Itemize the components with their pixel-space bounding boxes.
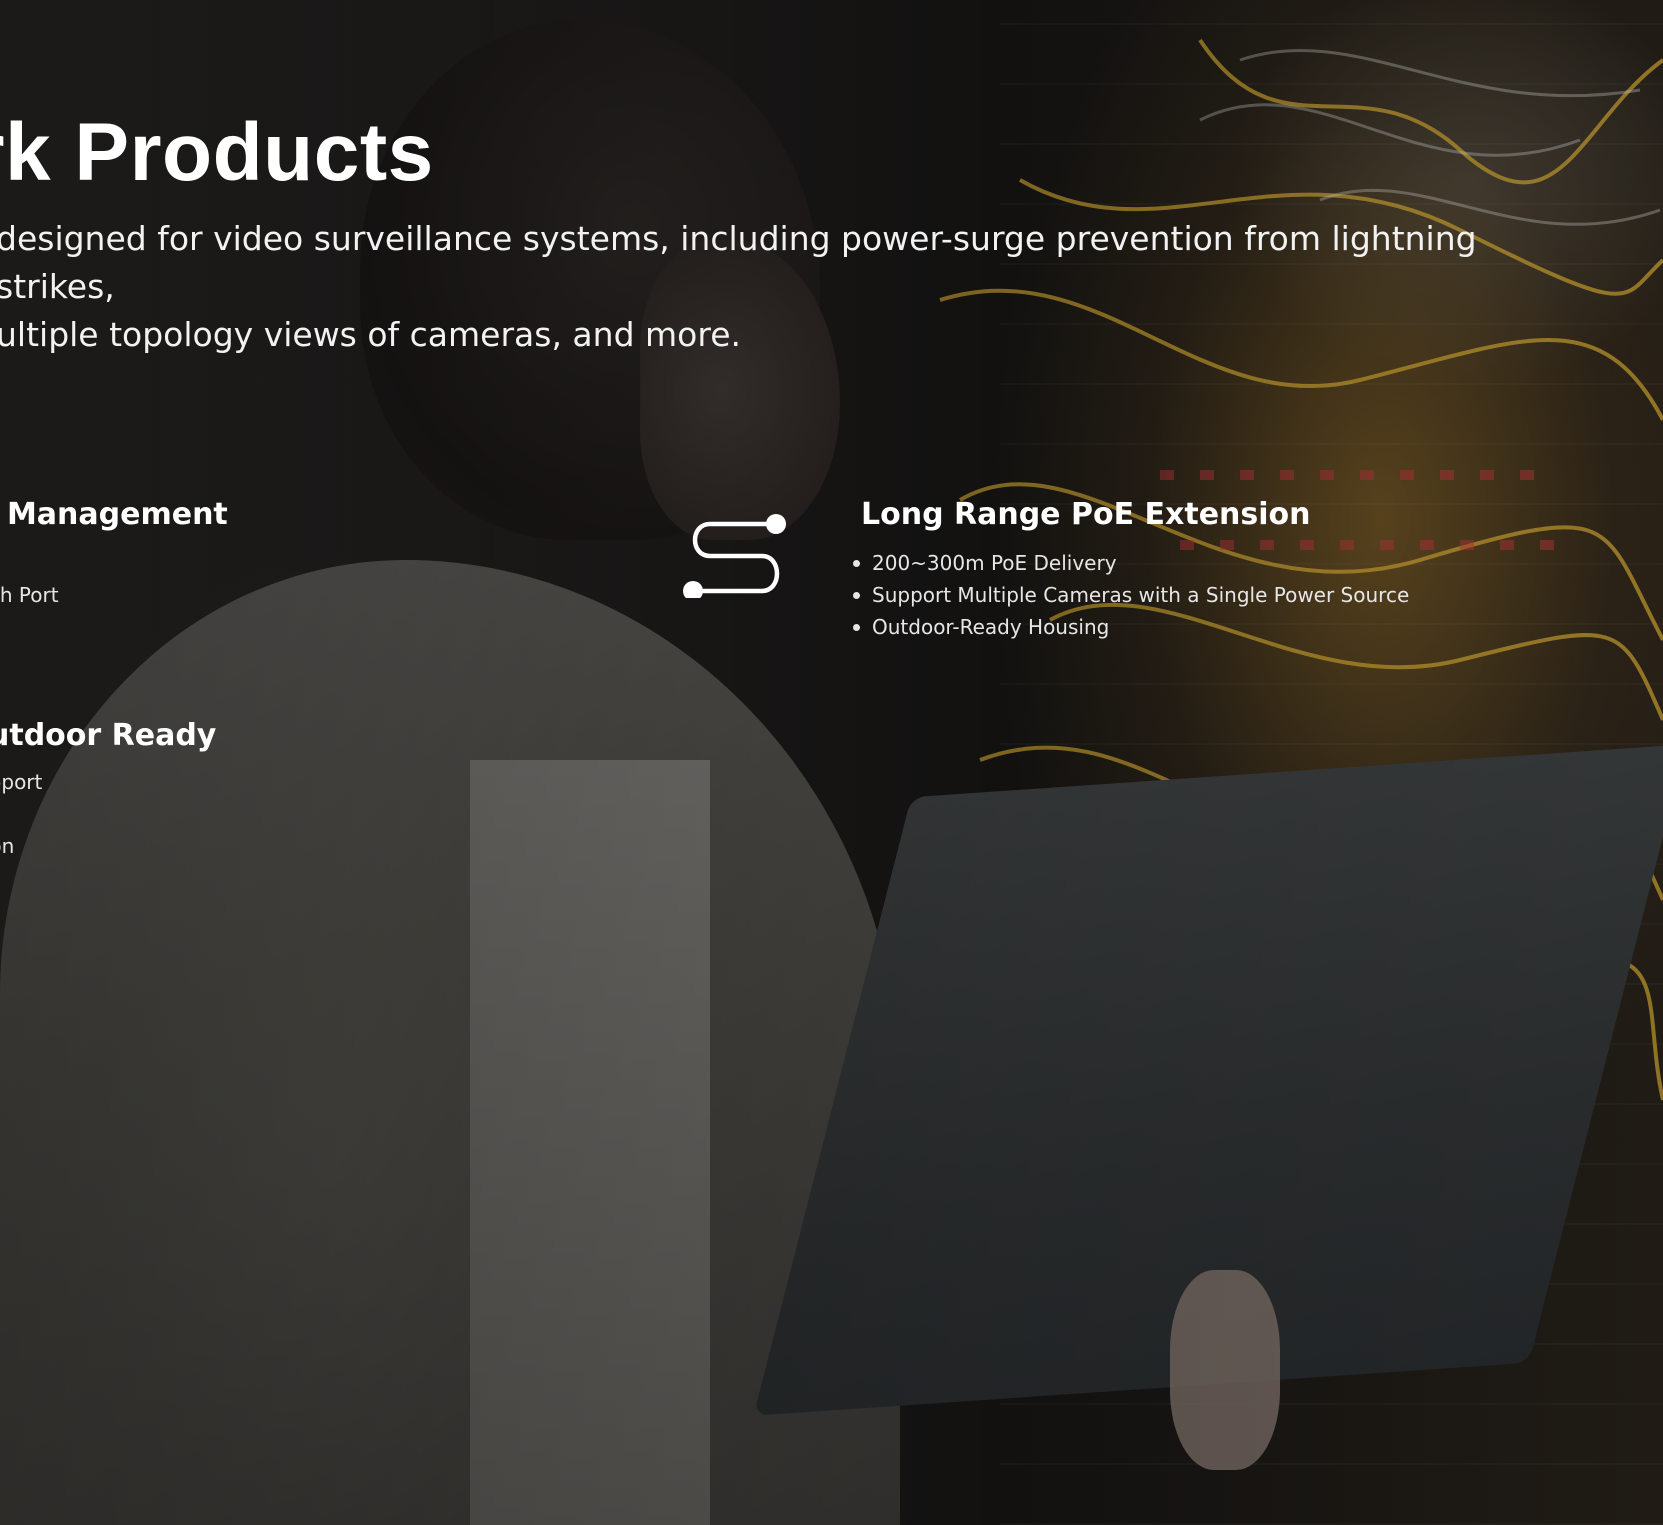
feature-list: 200~300m PoE Delivery Support Multiple C…	[853, 547, 1409, 643]
feature-item: Support Multiple Cameras with a Single P…	[853, 579, 1409, 611]
page-subtitle: designed for video surveillance systems,…	[0, 215, 1596, 359]
feature-item: Outdoor-Ready Housing	[853, 611, 1409, 643]
feature-long-range-poe-extension: Long Range PoE Extension 200~300m PoE De…	[861, 497, 1409, 643]
feature-item: tion	[0, 834, 15, 858]
subtitle-line-1: designed for video surveillance systems,…	[0, 219, 1477, 306]
feature-item: ed	[0, 798, 216, 830]
feature-outdoor-ready: utdoor Ready upport ed tion	[0, 718, 216, 862]
feature-poe-management: E Management Each Port	[0, 497, 228, 611]
feature-item: 200~300m PoE Delivery	[853, 547, 1409, 579]
feature-list: upport ed tion	[0, 766, 216, 862]
subtitle-line-2: ultiple topology views of cameras, and m…	[0, 315, 741, 354]
feature-list: Each Port	[0, 579, 228, 611]
feature-title: Long Range PoE Extension	[861, 497, 1311, 532]
feature-item: upport	[0, 770, 43, 794]
hero-section: ork Products designed for video surveill…	[0, 0, 1663, 1525]
feature-item: Each Port	[0, 583, 59, 607]
cable-route-icon	[683, 514, 786, 598]
feature-title: utdoor Ready	[0, 718, 217, 753]
page-title: ork Products	[0, 107, 434, 198]
feature-title: E Management	[0, 497, 228, 532]
